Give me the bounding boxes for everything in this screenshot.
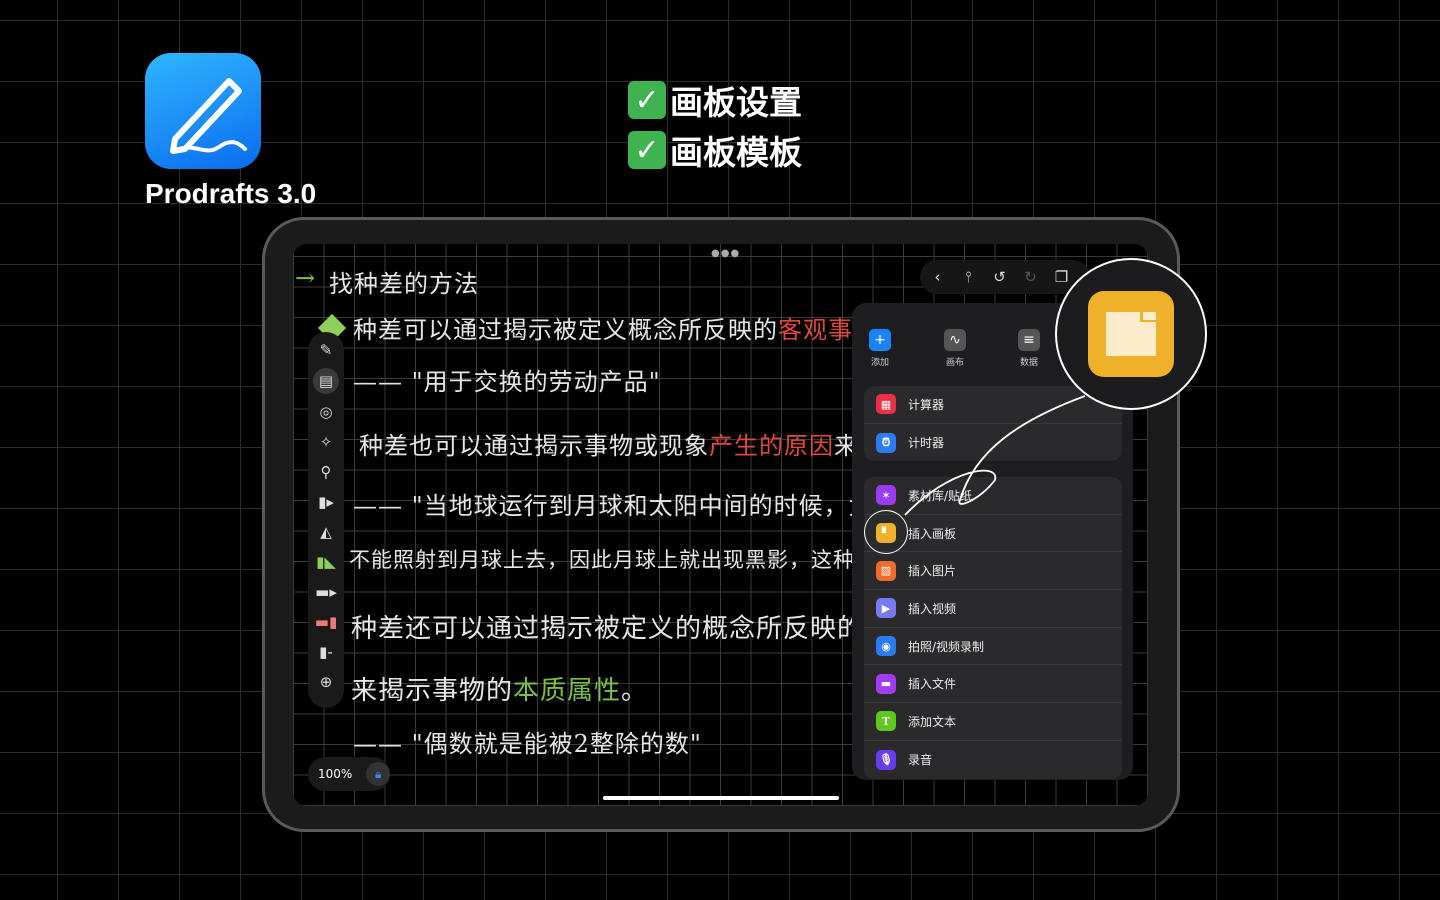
fill-tool-icon[interactable]: ⚲ bbox=[313, 460, 339, 484]
undo-icon[interactable]: ↺ bbox=[990, 268, 1009, 286]
sticker-icon: ✶ bbox=[876, 485, 896, 506]
tab-add[interactable]: + 添加 bbox=[850, 329, 910, 368]
redo-icon[interactable]: ↻ bbox=[1021, 268, 1040, 286]
app-title: Prodrafts 3.0 bbox=[145, 178, 317, 209]
zoom-level: 100% bbox=[318, 767, 353, 781]
text-icon: T bbox=[876, 711, 896, 732]
note-line: 种差可以通过揭示被定义概念所反映的 bbox=[353, 316, 778, 344]
note-line: —— "偶数就是能被2整除的数" bbox=[353, 730, 702, 758]
menu-label: 插入图片 bbox=[908, 564, 957, 579]
menu-label: 计算器 bbox=[908, 397, 945, 412]
magic-tool-icon[interactable]: ✧ bbox=[313, 430, 339, 454]
highlighter-green-icon[interactable]: ▮◣ bbox=[313, 550, 339, 574]
note-highlight: 产生的原因 bbox=[709, 432, 834, 460]
calculator-icon: ▦ bbox=[876, 394, 896, 415]
headline-text: 画板设置 bbox=[670, 83, 802, 122]
menu-item-camera[interactable]: ◉ 拍照/视频录制 bbox=[864, 628, 1122, 666]
magnifier-callout bbox=[1055, 258, 1207, 410]
menu-item-stickers[interactable]: ✶ 素材库/贴纸 bbox=[864, 477, 1122, 515]
top-toolbar: ‹ ⫯ ↺ ↻ ❐ bbox=[920, 260, 1090, 294]
eraser-icon[interactable]: ▬▮ bbox=[313, 610, 339, 634]
note-line: —— "当地球运行到月球和太阳中间的时候，太阳的 bbox=[353, 492, 924, 520]
tab-label: 画布 bbox=[945, 358, 964, 368]
lines-icon: ≡ bbox=[1018, 329, 1040, 351]
note-line: 来揭示事物的 bbox=[351, 676, 514, 706]
headline-2: ✓ 画板模板 bbox=[628, 126, 802, 174]
menu-item-add-text[interactable]: T 添加文本 bbox=[864, 703, 1122, 741]
note-highlight: 本质属性 bbox=[513, 676, 622, 706]
zoom-indicator[interactable]: 100% 🔒︎ bbox=[308, 757, 390, 791]
note-line: 种差也可以通过揭示事物或现象 bbox=[359, 432, 709, 460]
checkmark-icon: ✓ bbox=[628, 81, 666, 119]
note-line: 不能照射到月球上去，因此月球上就出现黑影，这种现 bbox=[349, 548, 877, 572]
fineliner-icon[interactable]: ▮- bbox=[313, 640, 339, 664]
home-indicator bbox=[603, 796, 839, 800]
brush-gray-icon[interactable]: ◭ bbox=[313, 520, 339, 544]
menu-label: 录音 bbox=[908, 753, 933, 768]
menu-label: 计时器 bbox=[908, 436, 945, 451]
note-line: —— "用于交换的劳动产品" bbox=[353, 368, 661, 396]
menu-label: 拍照/视频录制 bbox=[908, 639, 985, 654]
video-icon: ▶ bbox=[876, 598, 896, 619]
tool-palette: ✎ ▤ ◎ ✧ ⚲ ▮▸ ◭ ▮◣ ▬▸ ▬▮ ▮- ⊕ bbox=[308, 332, 344, 708]
mic-icon: 🎙︎ bbox=[876, 749, 896, 770]
folder-icon: ▬ bbox=[876, 673, 896, 694]
note-line: 种差还可以通过揭示被定义的概念所反映的 bbox=[351, 614, 865, 644]
add-tool-icon[interactable]: ⊕ bbox=[313, 670, 339, 694]
pages-icon[interactable]: ❐ bbox=[1052, 268, 1071, 286]
menu-item-insert-image[interactable]: ▨ 插入图片 bbox=[864, 552, 1122, 591]
pen-tool-icon[interactable]: ✎ bbox=[313, 338, 339, 362]
tab-data[interactable]: ≡ 数据 bbox=[999, 329, 1059, 368]
plus-icon: + bbox=[869, 329, 891, 351]
more-icon[interactable]: ●●● bbox=[711, 248, 740, 259]
app-icon bbox=[145, 53, 261, 169]
menu-item-insert-video[interactable]: ▶ 插入视频 bbox=[864, 590, 1122, 628]
lasso-tool-icon[interactable]: ◎ bbox=[313, 400, 339, 424]
menu-label: 插入视频 bbox=[908, 601, 957, 616]
tab-canvas[interactable]: ∿ 画布 bbox=[925, 329, 985, 368]
tools-group: ▦ 计算器 ⏰︎ 计时器 bbox=[864, 386, 1122, 462]
board-icon bbox=[1088, 291, 1174, 377]
headline-1: ✓ 画板设置 bbox=[628, 76, 802, 124]
marker-black-icon[interactable]: ▬▸ bbox=[313, 580, 339, 604]
checkmark-icon: ✓ bbox=[628, 131, 666, 169]
menu-label: 插入画板 bbox=[908, 526, 957, 541]
menu-label: 添加文本 bbox=[908, 714, 957, 729]
headline-text: 画板模板 bbox=[670, 133, 802, 172]
menu-item-insert-file[interactable]: ▬ 插入文件 bbox=[864, 665, 1122, 704]
camera-icon: ◉ bbox=[876, 636, 896, 657]
pin-icon[interactable]: ⫯ bbox=[959, 268, 978, 286]
lock-icon[interactable]: 🔒︎ bbox=[366, 762, 390, 786]
wave-icon: ∿ bbox=[944, 329, 966, 351]
menu-item-timer[interactable]: ⏰︎ 计时器 bbox=[864, 424, 1122, 462]
template-tool-icon[interactable]: ▤ bbox=[313, 368, 339, 394]
menu-item-record[interactable]: 🎙︎ 录音 bbox=[864, 741, 1122, 779]
menu-label: 插入文件 bbox=[908, 677, 957, 692]
note-line-end: 。 bbox=[621, 676, 649, 706]
tab-label: 数据 bbox=[1019, 358, 1038, 368]
menu-label: 素材库/贴纸 bbox=[908, 488, 973, 503]
back-icon[interactable]: ‹ bbox=[928, 268, 947, 286]
alarm-icon: ⏰︎ bbox=[876, 432, 896, 453]
image-icon: ▨ bbox=[876, 560, 896, 581]
pencil-icon bbox=[170, 78, 247, 154]
arrow-icon: → bbox=[295, 264, 317, 292]
tab-label: 添加 bbox=[870, 358, 889, 368]
highlight-circle bbox=[864, 510, 908, 554]
note-title: 找种差的方法 bbox=[329, 270, 479, 298]
pencil-white-icon[interactable]: ▮▸ bbox=[313, 490, 339, 514]
